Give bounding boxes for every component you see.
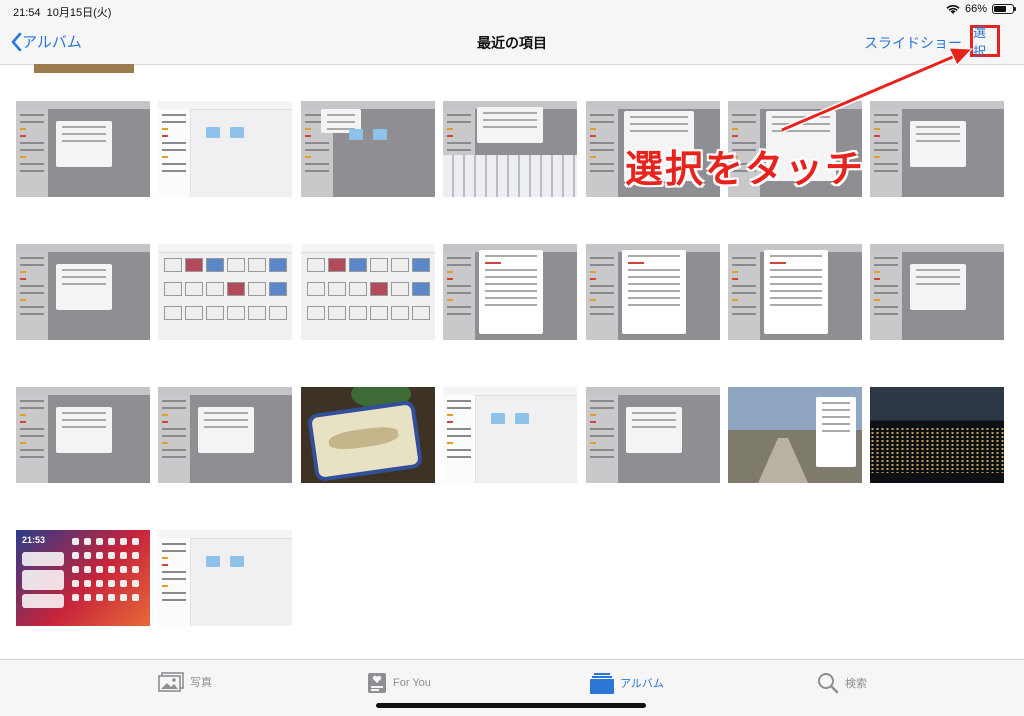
photo-thumbnail[interactable] [158, 244, 292, 340]
tab-albums-label: アルバム [620, 678, 664, 690]
photo-thumbnail[interactable] [16, 244, 150, 340]
search-icon [818, 673, 839, 694]
photo-thumbnail[interactable] [870, 101, 1004, 197]
photo-thumbnail[interactable] [870, 387, 1004, 483]
photo-thumbnail[interactable] [870, 244, 1004, 340]
battery-icon [992, 4, 1016, 14]
photo-thumbnail[interactable] [443, 244, 577, 340]
for-you-icon [368, 673, 386, 693]
photo-thumbnail[interactable] [443, 387, 577, 483]
status-indicators: 66% [946, 3, 1016, 15]
home-clock: 21:53 [22, 535, 46, 545]
photo-thumbnail[interactable] [158, 387, 292, 483]
tab-for-you[interactable]: For You [367, 672, 431, 694]
status-time: 21:54 10月15日(火) [13, 4, 111, 20]
photo-thumbnail[interactable] [728, 387, 862, 483]
home-indicator [376, 703, 646, 708]
photo-thumbnail[interactable] [16, 387, 150, 483]
tab-search-label: 検索 [845, 678, 867, 690]
status-bar: 21:54 10月15日(火) 66% [0, 0, 1024, 22]
select-button-label: 選択 [973, 25, 987, 59]
slideshow-button[interactable]: スライドショー [864, 33, 962, 53]
navigation-bar: アルバム 最近の項目 スライドショー [0, 22, 1024, 65]
photo-thumbnail[interactable] [301, 244, 435, 340]
status-clock: 21:54 [13, 7, 41, 19]
photos-icon [158, 672, 184, 692]
photo-thumbnail[interactable] [586, 244, 720, 340]
photo-thumbnail[interactable] [301, 387, 435, 483]
tab-photos-label: 写真 [190, 677, 212, 689]
photo-thumbnail[interactable] [728, 244, 862, 340]
partial-photo-thumbnail[interactable] [34, 64, 134, 73]
select-button[interactable]: 選択 [970, 25, 1000, 59]
tab-photos[interactable]: 写真 [158, 672, 212, 692]
albums-icon [590, 673, 614, 694]
photo-thumbnail[interactable] [158, 101, 292, 197]
photo-thumbnail[interactable] [728, 101, 862, 197]
photo-thumbnail[interactable] [443, 101, 577, 197]
photo-thumbnail[interactable] [586, 387, 720, 483]
photo-thumbnail[interactable] [158, 530, 292, 626]
tab-for-you-label: For You [393, 677, 431, 689]
photo-thumbnail[interactable] [16, 101, 150, 197]
battery-percent: 66% [964, 3, 987, 15]
photo-thumbnail[interactable]: 21:53 [16, 530, 150, 626]
battery-fill [994, 6, 1006, 12]
wifi-icon [946, 4, 960, 14]
status-date: 10月15日(火) [46, 7, 112, 19]
tab-albums[interactable]: アルバム [590, 672, 664, 694]
photo-thumbnail[interactable] [301, 101, 435, 197]
tab-search[interactable]: 検索 [817, 672, 867, 694]
photo-thumbnail[interactable] [586, 101, 720, 197]
